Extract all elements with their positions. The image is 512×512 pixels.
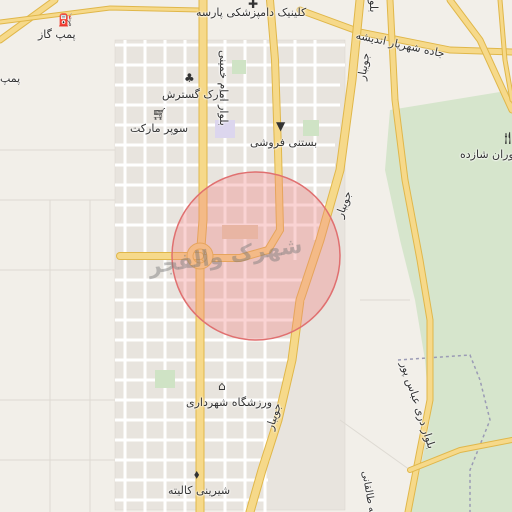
tree-icon[interactable]: ♣ xyxy=(184,72,195,84)
label-top-edge: بلو xyxy=(367,0,380,13)
map-canvas[interactable]: پمپ گاز ⛽ پمپ کلینیک دامپزشکی پارسه ✚ جا… xyxy=(0,0,512,512)
park-patch xyxy=(155,370,175,388)
veterinary-icon[interactable]: ✚ xyxy=(248,0,258,10)
label-market[interactable]: سوپر مارکت xyxy=(130,122,188,135)
icecream-icon[interactable]: ▼ xyxy=(276,120,285,132)
label-imam: بلوار امام خمینی xyxy=(217,50,230,126)
label-sweets[interactable]: شیرینی کالیته xyxy=(168,484,230,497)
bakery-icon[interactable]: ⬧ xyxy=(194,468,199,480)
label-park[interactable]: پارک گسترش xyxy=(162,88,225,101)
fuel-icon[interactable]: ⛽ xyxy=(58,14,73,26)
cart-icon[interactable]: 🛒︎ xyxy=(152,108,167,120)
label-pump-partial: پمپ xyxy=(0,72,21,85)
label-ice[interactable]: بستنی فروشی xyxy=(250,136,317,149)
park-patch xyxy=(232,60,246,74)
fork-knife-icon[interactable]: 🍴︎ xyxy=(500,132,512,144)
park-patch xyxy=(303,120,319,136)
label-gym[interactable]: ورزشگاه شهرداری xyxy=(186,396,272,409)
stadium-icon[interactable]: ⌂ xyxy=(218,380,226,392)
label-restaurant[interactable]: وران شازده xyxy=(460,148,512,161)
label-pump[interactable]: پمپ گاز xyxy=(38,28,76,41)
